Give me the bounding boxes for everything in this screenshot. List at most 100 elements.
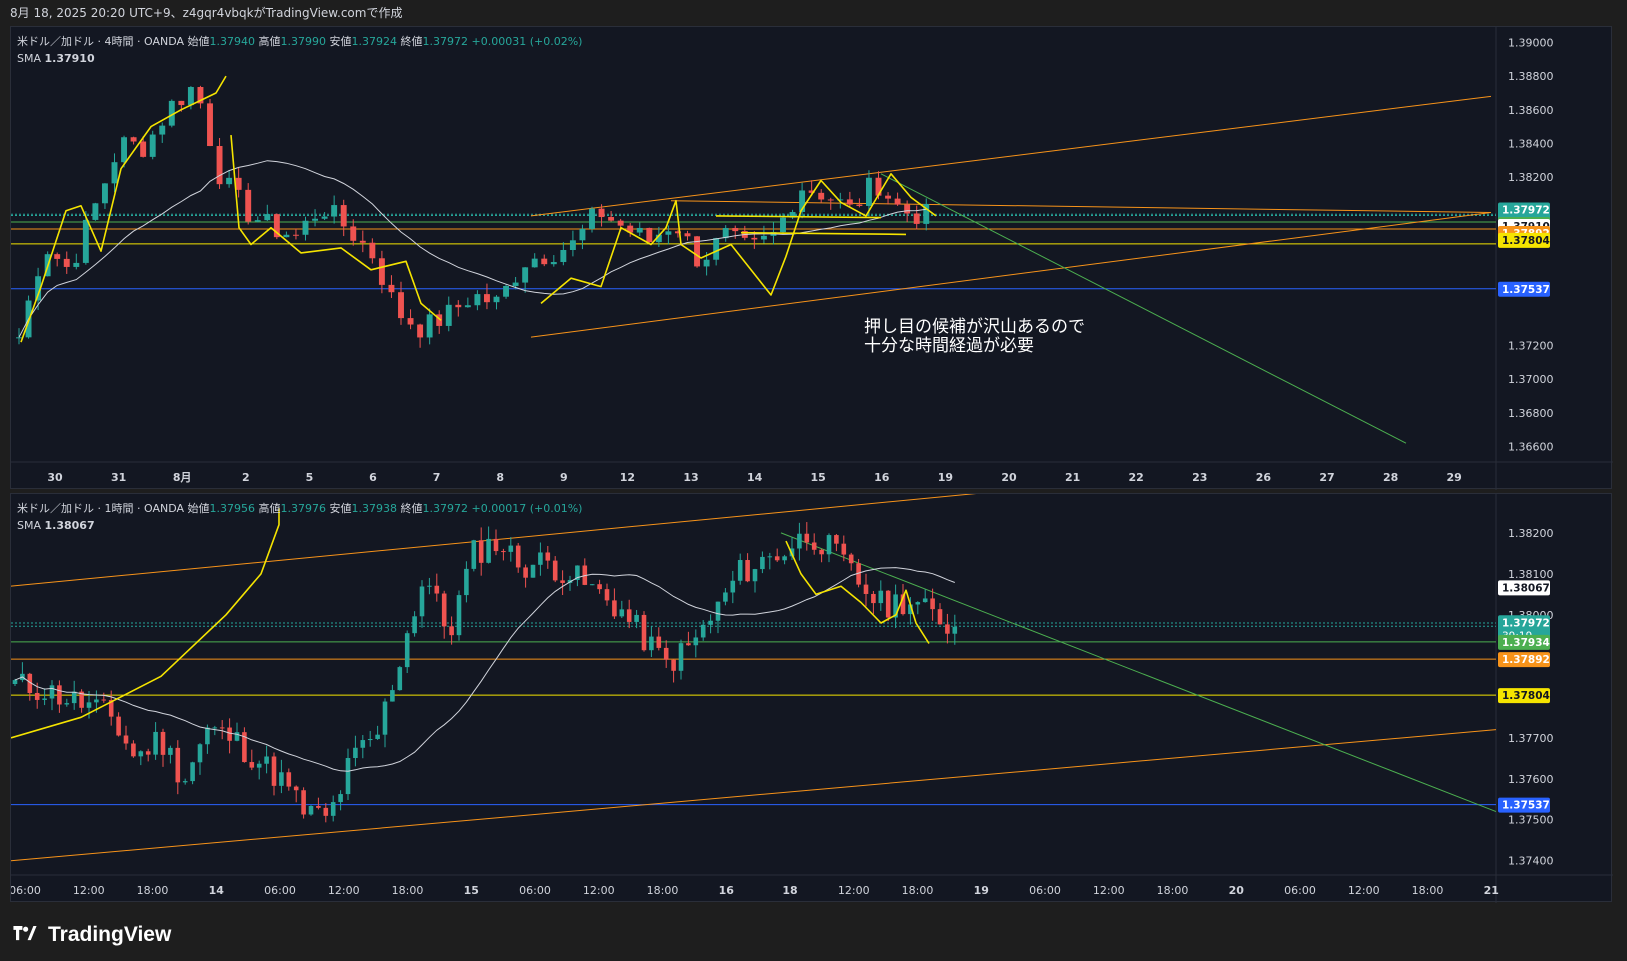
legend-4h: 米ドル／加ドル · 4時間 · OANDA 始値1.37940 高値1.3799… bbox=[17, 35, 583, 65]
drawing-curve bbox=[20, 75, 227, 343]
chart-canvas-1h[interactable]: 1.382001.381001.380001.377001.376001.375… bbox=[11, 494, 1613, 903]
candle-body bbox=[713, 238, 720, 260]
candle-body bbox=[353, 747, 358, 758]
trend-line bbox=[11, 729, 1497, 862]
candle-body bbox=[293, 786, 299, 791]
x-tick-label: 18:00 bbox=[902, 884, 934, 897]
candle-body bbox=[617, 220, 624, 226]
price-label: 1.37934 bbox=[1502, 637, 1550, 649]
candle-body bbox=[486, 538, 491, 563]
candle-body bbox=[597, 584, 602, 590]
chart-header-caption: 8月 18, 2025 20:20 UTC+9、z4gqr4vbqkがTradi… bbox=[10, 6, 403, 20]
candle-body bbox=[471, 540, 477, 569]
candle-body bbox=[569, 240, 576, 250]
candle-body bbox=[619, 609, 625, 617]
y-tick-label: 1.38800 bbox=[1508, 70, 1554, 83]
candle-body bbox=[464, 305, 471, 308]
candle-body bbox=[818, 192, 825, 200]
candle-body bbox=[693, 637, 699, 646]
candle-body bbox=[245, 189, 252, 222]
x-tick-label: 12:00 bbox=[328, 884, 360, 897]
x-tick-label: 18:00 bbox=[1412, 884, 1444, 897]
candle-body bbox=[826, 535, 832, 555]
x-tick-label: 7 bbox=[433, 471, 441, 484]
candle-body bbox=[782, 556, 787, 561]
chart-annotation: 押し目の候補が沢山あるので 十分な時間経過が必要 bbox=[864, 317, 1085, 356]
x-tick-label: 12:00 bbox=[838, 884, 870, 897]
candle-body bbox=[219, 727, 225, 729]
price-label: 1.37537 bbox=[1502, 284, 1550, 296]
candle-body bbox=[388, 284, 395, 293]
y-tick-label: 1.38400 bbox=[1508, 137, 1554, 150]
x-tick-label: 9 bbox=[560, 471, 568, 484]
candle-body bbox=[767, 556, 773, 558]
x-tick-label: 28 bbox=[1383, 471, 1398, 484]
candle-body bbox=[856, 204, 863, 206]
x-tick-label: 16 bbox=[874, 471, 890, 484]
candle-body bbox=[34, 692, 40, 700]
candle-body bbox=[63, 258, 70, 267]
candle-body bbox=[286, 772, 292, 787]
candle-body bbox=[205, 727, 210, 745]
candle-body bbox=[634, 614, 639, 622]
price-label: 1.37972 bbox=[1502, 205, 1550, 217]
candle-body bbox=[360, 740, 366, 748]
trend-line bbox=[530, 95, 1492, 217]
candle-body bbox=[493, 538, 499, 552]
candle-body bbox=[54, 254, 61, 259]
y-tick-label: 1.37000 bbox=[1508, 373, 1554, 386]
candle-body bbox=[455, 304, 462, 308]
candle-body bbox=[153, 731, 158, 755]
x-tick-label: 12:00 bbox=[583, 884, 615, 897]
candle-body bbox=[323, 807, 329, 816]
candle-body bbox=[197, 744, 203, 763]
candle-body bbox=[894, 198, 901, 205]
x-tick-label: 22 bbox=[1129, 471, 1144, 484]
symbol-label: 米ドル／加ドル · 1時間 · OANDA bbox=[17, 502, 184, 515]
chart-pane-4h[interactable]: 米ドル／加ドル · 4時間 · OANDA 始値1.37940 高値1.3799… bbox=[10, 26, 1613, 490]
candle-body bbox=[663, 647, 669, 660]
candle-body bbox=[579, 228, 586, 241]
x-tick-label: 8 bbox=[496, 471, 504, 484]
candle-body bbox=[522, 267, 529, 283]
y-tick-label: 1.38600 bbox=[1508, 104, 1554, 117]
candle-body bbox=[760, 556, 765, 570]
price-label: 1.38067 bbox=[1502, 582, 1550, 594]
y-tick-label: 1.37700 bbox=[1508, 732, 1554, 745]
candle-body bbox=[819, 549, 824, 555]
candle-body bbox=[412, 616, 417, 634]
candle-body bbox=[483, 294, 490, 303]
candle-body bbox=[331, 205, 338, 217]
candle-body bbox=[871, 593, 876, 604]
chart-pane-1h[interactable]: 米ドル／加ドル · 1時間 · OANDA 始値1.37956 高値1.3797… bbox=[10, 493, 1613, 903]
candle-body bbox=[86, 702, 92, 708]
candle-body bbox=[82, 219, 89, 263]
x-tick-label: 26 bbox=[1256, 471, 1272, 484]
candle-body bbox=[875, 177, 882, 196]
candle-body bbox=[168, 747, 173, 755]
candle-body bbox=[397, 667, 403, 691]
candle-body bbox=[732, 228, 739, 232]
y-tick-label: 1.38200 bbox=[1508, 171, 1554, 184]
candle-body bbox=[279, 772, 284, 786]
candle-body bbox=[182, 781, 188, 783]
candle-body bbox=[404, 633, 410, 668]
candle-body bbox=[737, 560, 743, 581]
candle-body bbox=[316, 805, 321, 808]
x-tick-label: 15 bbox=[464, 884, 479, 897]
candle-body bbox=[441, 593, 447, 627]
candle-body bbox=[493, 296, 500, 303]
candle-body bbox=[541, 258, 548, 265]
candle-body bbox=[101, 183, 108, 204]
candle-body bbox=[538, 552, 543, 565]
candle-body bbox=[160, 731, 166, 755]
chart-canvas-4h[interactable]: 1.39000 1.38800 1.38600 1.38400 1.38200 1.372… bbox=[11, 27, 1613, 490]
x-tick-label: 20 bbox=[1001, 471, 1017, 484]
candle-body bbox=[301, 790, 306, 815]
candle-body bbox=[359, 240, 366, 243]
x-tick-label: 06:00 bbox=[264, 884, 296, 897]
candle-body bbox=[636, 227, 643, 233]
candle-body bbox=[187, 87, 194, 106]
tradingview-logo[interactable]: TradingView bbox=[10, 918, 171, 952]
candle-body bbox=[913, 213, 920, 224]
